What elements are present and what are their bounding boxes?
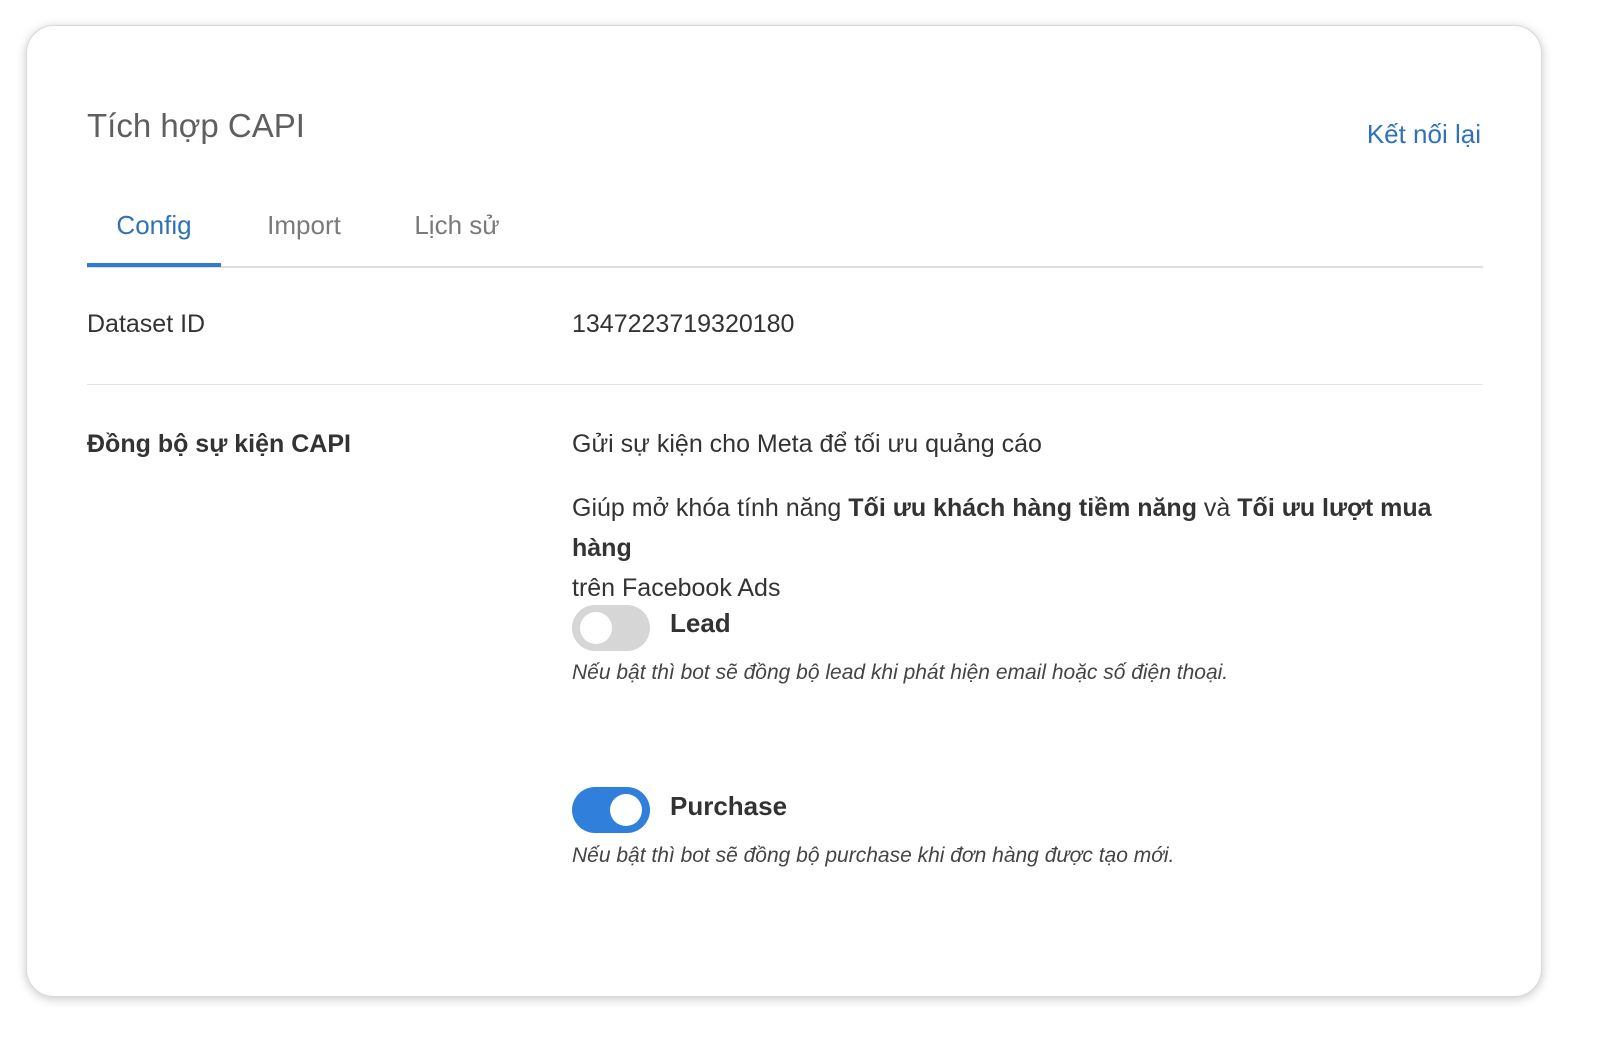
tab-import[interactable]: Import <box>239 204 369 266</box>
lead-toggle[interactable] <box>572 605 650 651</box>
tab-bar: Config Import Lịch sử <box>87 204 1483 268</box>
unlock-and: và <box>1196 494 1238 522</box>
dataset-id-value: 1347223719320180 <box>572 310 795 338</box>
dataset-id-label: Dataset ID <box>87 310 206 338</box>
toggle-knob <box>610 794 642 826</box>
tab-history[interactable]: Lịch sử <box>387 204 527 266</box>
reconnect-link[interactable]: Kết nối lại <box>1367 118 1481 150</box>
toggle-knob <box>580 612 612 644</box>
tab-config[interactable]: Config <box>87 204 221 267</box>
unlock-description: Giúp mở khóa tính năng Tối ưu khách hàng… <box>572 488 1492 608</box>
sync-events-label: Đồng bộ sự kiện CAPI <box>87 430 351 458</box>
capi-integration-card: Tích hợp CAPI Kết nối lại Config Import … <box>26 25 1542 997</box>
unlock-prefix: Giúp mở khóa tính năng <box>572 494 849 522</box>
unlock-suffix: trên Facebook Ads <box>572 574 781 602</box>
purchase-toggle-label: Purchase <box>670 791 788 821</box>
lead-hint: Nếu bật thì bot sẽ đồng bộ lead khi phát… <box>572 661 1229 684</box>
page-title: Tích hợp CAPI <box>87 107 305 144</box>
section-divider <box>87 384 1483 385</box>
purchase-toggle[interactable] <box>572 787 650 833</box>
purchase-hint: Nếu bật thì bot sẽ đồng bộ purchase khi … <box>572 844 1175 867</box>
unlock-feature-lead: Tối ưu khách hàng tiềm năng <box>848 494 1197 522</box>
lead-toggle-label: Lead <box>670 608 731 638</box>
sync-description: Gửi sự kiện cho Meta để tối ưu quảng cáo <box>572 430 1042 458</box>
